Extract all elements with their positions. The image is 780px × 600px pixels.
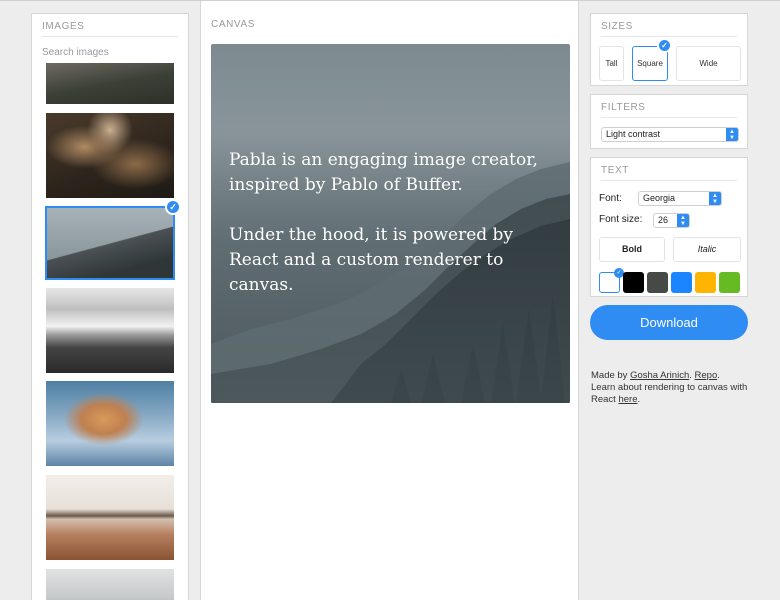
font-label: Font: <box>599 193 622 204</box>
repo-link[interactable]: Repo <box>695 370 718 381</box>
select-arrows-icon: ▲ ▼ <box>726 128 738 141</box>
filters-title: FILTERS <box>601 102 646 113</box>
filters-divider <box>601 117 737 118</box>
credits-made-by: Made by <box>591 370 631 381</box>
font-size-label: Font size: <box>599 214 643 225</box>
selected-check-icon: ✓ <box>165 199 181 215</box>
sizes-card: SIZES Tall Square Wide ✓ <box>590 13 748 86</box>
size-selected-check-icon: ✓ <box>657 38 672 53</box>
thumb-dried-plants[interactable] <box>46 113 174 198</box>
color-swatch-dark-gray[interactable] <box>647 272 668 293</box>
credits: Made by Gosha Arinich. Repo. Learn about… <box>591 370 751 406</box>
size-tall-button[interactable]: Tall <box>599 46 624 81</box>
thumb-foggy-forest[interactable] <box>45 206 175 280</box>
thumb-dusk-landscape[interactable] <box>46 63 174 104</box>
size-wide-button[interactable]: Wide <box>676 46 741 81</box>
credits-dot: . <box>717 370 720 381</box>
images-title: IMAGES <box>42 21 85 32</box>
thumb-sea-of-clouds[interactable] <box>46 288 174 373</box>
canvas-title: CANVAS <box>211 19 255 30</box>
canvas-image: Pabla is an engaging image creator, insp… <box>211 44 570 403</box>
search-images-input[interactable] <box>42 44 178 60</box>
thumb-rocks[interactable] <box>46 569 174 600</box>
sizes-divider <box>601 36 737 37</box>
canvas-text[interactable]: Pabla is an engaging image creator, insp… <box>229 148 549 298</box>
font-select[interactable]: Georgia ▲ ▼ <box>638 191 722 206</box>
color-swatch-green[interactable] <box>719 272 740 293</box>
credits-learn: Learn about rendering to canvas with Rea… <box>591 382 748 405</box>
author-link[interactable]: Gosha Arinich <box>630 370 689 381</box>
thumb-beach[interactable] <box>46 475 174 560</box>
color-swatch-blue[interactable] <box>671 272 692 293</box>
italic-button[interactable]: Italic <box>673 237 741 262</box>
filter-select[interactable]: Light contrast ▲ ▼ <box>601 127 739 142</box>
text-card: TEXT Font: Georgia ▲ ▼ Font size: 26 ▲ ▼ B… <box>590 157 748 297</box>
color-swatch-black[interactable] <box>623 272 644 293</box>
color-swatch-white[interactable]: ✓ <box>599 268 624 293</box>
color-swatch-yellow[interactable] <box>695 272 716 293</box>
sizes-title: SIZES <box>601 21 633 32</box>
font-size-select[interactable]: 26 ▲ ▼ <box>653 213 690 228</box>
images-panel: IMAGES ✓ <box>31 13 189 600</box>
download-button[interactable]: Download <box>590 305 748 340</box>
font-size-select-value: 26 <box>658 215 669 225</box>
text-divider <box>601 180 737 181</box>
thumb-sleeping-cat[interactable] <box>46 381 174 466</box>
credits-end: . <box>637 394 641 405</box>
filter-select-value: Light contrast <box>606 129 661 139</box>
canvas-panel: CANVAS Pabla is an engaging image creato… <box>200 1 579 600</box>
bold-button[interactable]: Bold <box>599 237 665 262</box>
font-select-value: Georgia <box>643 193 676 203</box>
images-divider <box>42 36 178 37</box>
text-title: TEXT <box>601 165 629 176</box>
filters-card: FILTERS Light contrast ▲ ▼ <box>590 94 748 149</box>
here-link[interactable]: here <box>618 394 637 405</box>
select-arrows-icon: ▲ ▼ <box>709 192 721 205</box>
select-arrows-icon: ▲ ▼ <box>677 214 689 227</box>
